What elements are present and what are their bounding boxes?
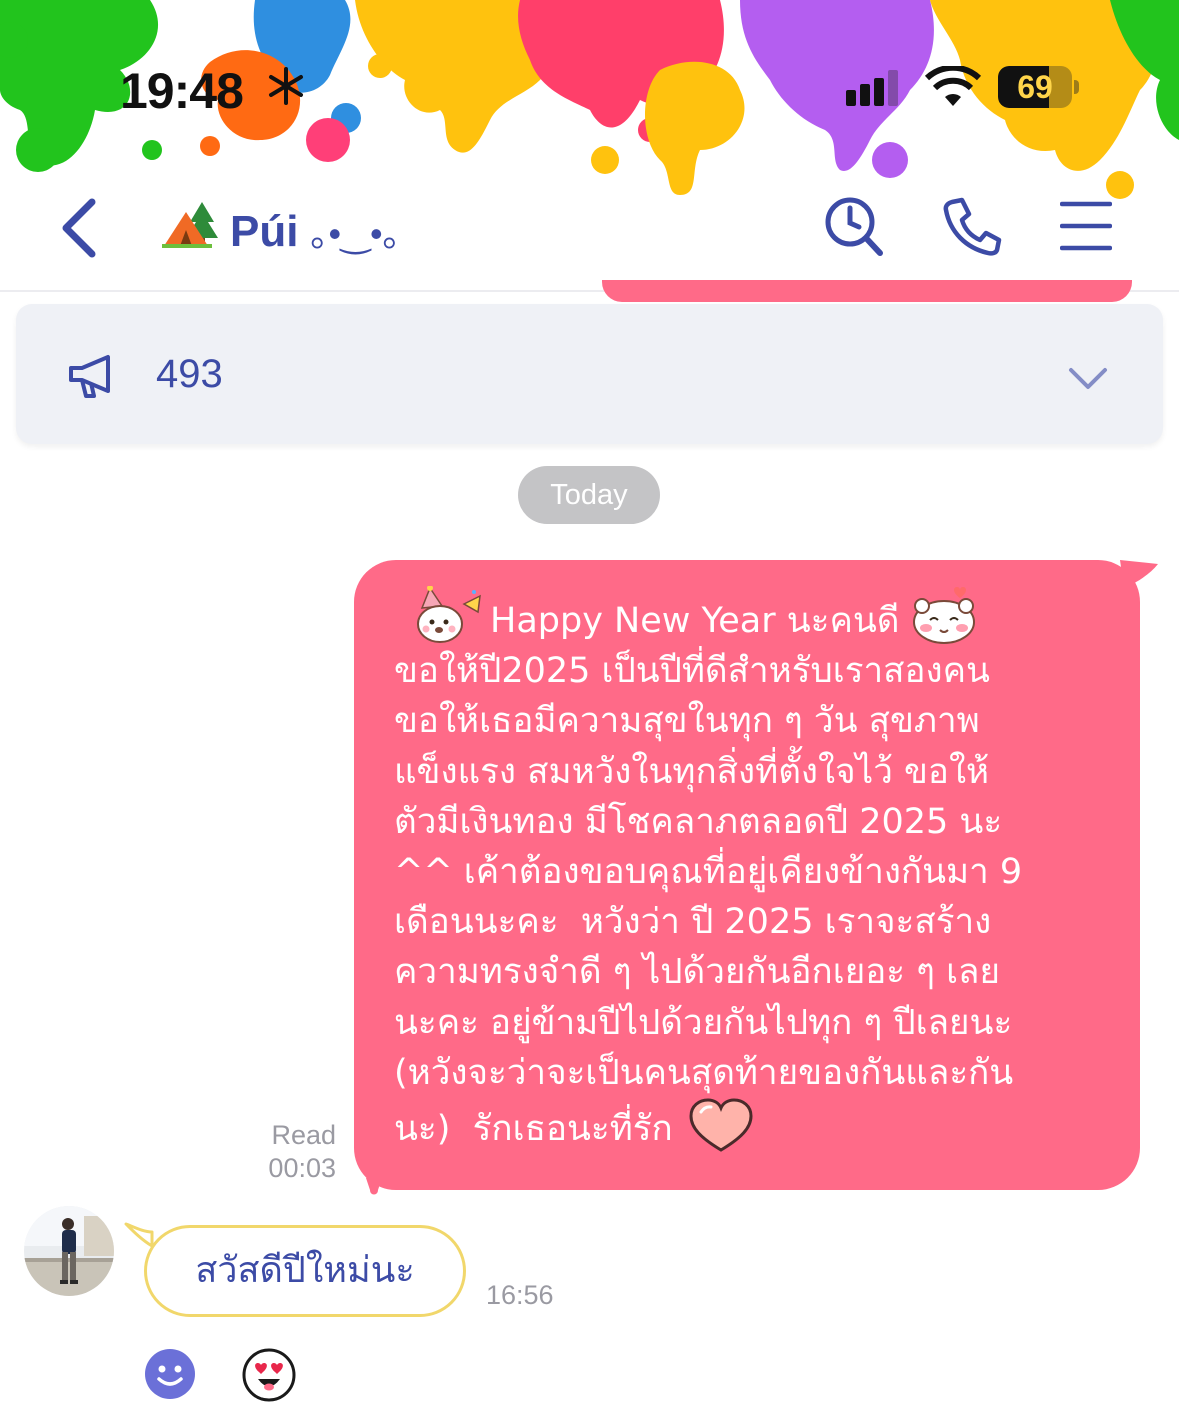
status-bar-time: 19:48 (120, 63, 244, 119)
chat-header: 19:48 69 Púi ｡•‿•｡ (0, 0, 1179, 292)
cellular-signal-icon (846, 70, 898, 106)
blushing-bear-sticker-icon (912, 587, 975, 644)
chevron-down-icon[interactable] (1068, 366, 1108, 392)
party-bear-sticker-icon (417, 586, 481, 643)
incoming-message-text: สวัสดีปีใหม่นะ (195, 1250, 415, 1291)
outgoing-message-bubble[interactable]: Happy New Year นะคนดี ขอให้ปี2025 เป็นปี… (354, 560, 1140, 1190)
chat-title-name: Púi (230, 207, 299, 256)
camping-tent-icon (162, 200, 224, 261)
chat-title-decoration: ｡•‿•｡ (310, 213, 401, 254)
outgoing-message-text: Happy New Year นะคนดี ขอให้ปี2025 เป็นปี… (394, 586, 1114, 1154)
outgoing-message-greeting: Happy New Year นะคนดี (490, 601, 900, 641)
phone-icon[interactable] (942, 196, 1002, 258)
battery-indicator: 69 (998, 66, 1079, 108)
announcement-count: 493 (156, 352, 223, 396)
back-button[interactable] (52, 196, 104, 260)
outgoing-message-time: 00:03 (268, 1153, 336, 1183)
announcement-bar[interactable]: 493 (16, 304, 1163, 444)
menu-icon[interactable] (1060, 200, 1112, 252)
avatar[interactable] (24, 1206, 114, 1296)
outgoing-message-closing: นะ) รักเธอนะที่รัก (394, 1109, 673, 1150)
outgoing-message-body: ขอให้ปี2025 เป็นปีที่ดีสำหรับเราสองคน ขอ… (394, 651, 1023, 1093)
snowflake-icon (269, 67, 303, 105)
wifi-icon (925, 66, 981, 106)
battery-percent: 69 (1017, 69, 1053, 105)
heart-eyes-icon[interactable] (242, 1348, 296, 1402)
heart-icon (689, 1098, 753, 1152)
smile-icon[interactable] (144, 1348, 196, 1400)
previous-message-peek (602, 280, 1132, 302)
date-separator: Today (518, 466, 660, 524)
incoming-message-bubble[interactable]: สวัสดีปีใหม่นะ (144, 1225, 466, 1317)
read-receipt-label: Read (271, 1120, 336, 1150)
megaphone-icon (69, 355, 110, 398)
chat-title[interactable]: Púi ｡•‿•｡ (162, 200, 401, 261)
paint-drip-decoration (366, 1178, 382, 1195)
search-icon[interactable] (824, 196, 884, 258)
incoming-message-time: 16:56 (486, 1280, 554, 1310)
